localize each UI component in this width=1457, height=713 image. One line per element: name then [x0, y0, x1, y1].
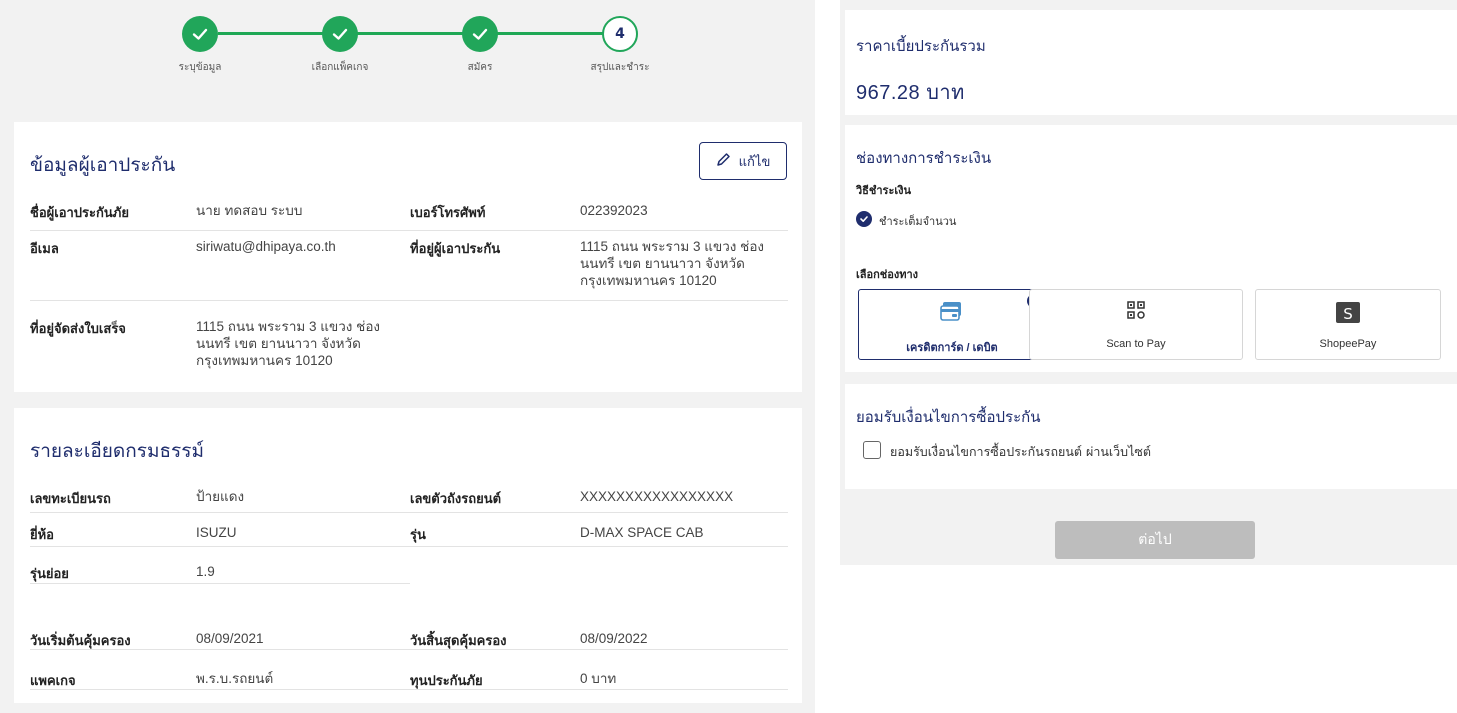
- insured-address-label: ที่อยู่ผู้เอาประกัน: [410, 241, 501, 256]
- brand-label: ยี่ห้อ: [30, 527, 54, 542]
- receipt-address-label: ที่อยู่จัดส่งใบเสร็จ: [30, 321, 126, 336]
- table-row: [30, 554, 410, 584]
- insured-address-value: 1115 ถนน พระราม 3 แขวง ช่อง นนทรี เขต ยา…: [580, 239, 765, 288]
- edit-button[interactable]: แก้ไข: [699, 142, 787, 180]
- phone-value: 022392023: [580, 203, 648, 218]
- premium-summary-card: ราคาเบี้ยประกันรวม 967.28 บาท: [845, 10, 1457, 115]
- credit-card-option[interactable]: เครดิตการ์ด / เดบิต: [858, 289, 1046, 360]
- credit-card-label: เครดิตการ์ด / เดบิต: [906, 342, 998, 354]
- insured-info-card: ข้อมูลผู้เอาประกัน แก้ไข ชื่อผู้เอาประกั…: [14, 122, 802, 392]
- step-1-check-icon: [182, 16, 218, 52]
- plate-value: ป้ายแดง: [196, 489, 245, 504]
- payment-method-label: วิธีชำระเงิน: [856, 185, 911, 197]
- terms-card: ยอมรับเงื่อนไขการซื้อประกัน ยอมรับเงื่อน…: [845, 384, 1457, 489]
- phone-label: เบอร์โทรศัพท์: [410, 205, 486, 220]
- insured-name-value: นาย ทดสอบ ระบบ: [196, 203, 303, 218]
- plate-label: เลขทะเบียนรถ: [30, 491, 111, 506]
- terms-title: ยอมรับเงื่อนไขการซื้อประกัน: [856, 409, 1041, 426]
- insured-info-title: ข้อมูลผู้เอาประกัน: [30, 155, 176, 176]
- terms-checkbox[interactable]: [863, 441, 881, 459]
- end-date-label: วันสิ้นสุดคุ้มครอง: [410, 633, 507, 648]
- full-payment-radio[interactable]: [856, 211, 872, 227]
- policy-detail-title: รายละเอียดกรมธรรม์: [30, 441, 204, 462]
- package-value: พ.ร.บ.รถยนต์: [196, 671, 274, 686]
- receipt-address-value: 1115 ถนน พระราม 3 แขวง ช่อง นนทรี เขต ยา…: [196, 319, 381, 368]
- stepper-line: [218, 32, 618, 35]
- qr-code-icon: [1126, 300, 1146, 326]
- right-column: ราคาเบี้ยประกันรวม 967.28 บาท ช่องทางการ…: [840, 0, 1457, 565]
- email-label: อีเมล: [30, 241, 59, 256]
- premium-price: 967.28 บาท: [856, 82, 965, 104]
- chassis-value: XXXXXXXXXXXXXXXXX: [580, 489, 734, 504]
- start-date-label: วันเริ่มต้นคุ้มครอง: [30, 633, 131, 648]
- brand-value: ISUZU: [196, 525, 237, 540]
- step-3-label: สมัคร: [467, 62, 493, 73]
- start-date-value: 08/09/2021: [196, 631, 264, 646]
- shopeepay-icon: S: [1335, 300, 1361, 328]
- policy-detail-card: รายละเอียดกรมธรรม์ เลขทะเบียนรถ ป้ายแดง …: [14, 408, 802, 703]
- premium-title: ราคาเบี้ยประกันรวม: [856, 38, 986, 55]
- channel-label: เลือกช่องทาง: [856, 269, 919, 281]
- step-2-label: เลือกแพ็คเกจ: [311, 62, 369, 73]
- next-button[interactable]: ต่อไป: [1055, 521, 1255, 559]
- scan-to-pay-option[interactable]: Scan to Pay: [1029, 289, 1243, 360]
- edit-button-label: แก้ไข: [738, 154, 771, 170]
- step-1-label: ระบุข้อมูล: [178, 62, 222, 73]
- step-3-check-icon: [462, 16, 498, 52]
- submodel-label: รุ่นย่อย: [30, 566, 69, 581]
- end-date-value: 08/09/2022: [580, 631, 648, 646]
- scan-to-pay-label: Scan to Pay: [1106, 338, 1166, 350]
- email-value: siriwatu@dhipaya.co.th: [196, 239, 336, 254]
- terms-checkbox-label: ยอมรับเงื่อนไขการซื้อประกันรถยนต์ ผ่านเว…: [890, 444, 1151, 459]
- left-column: ระบุข้อมูล เลือกแพ็คเกจ สมัคร 4 สรุปและช…: [0, 0, 815, 713]
- pencil-icon: [716, 152, 731, 171]
- payment-title: ช่องทางการชำระเงิน: [856, 150, 992, 167]
- full-payment-label: ชำระเต็มจำนวน: [879, 215, 957, 228]
- sum-insured-value: 0 บาท: [580, 671, 617, 686]
- progress-stepper: ระบุข้อมูล เลือกแพ็คเกจ สมัคร 4 สรุปและช…: [0, 0, 815, 110]
- step-2-check-icon: [322, 16, 358, 52]
- step-4-number: 4: [602, 16, 638, 52]
- package-label: แพคเกจ: [30, 673, 76, 688]
- credit-card-icon: [940, 300, 964, 326]
- insured-name-label: ชื่อผู้เอาประกันภัย: [30, 205, 129, 220]
- model-label: รุ่น: [410, 527, 426, 542]
- shopeepay-option[interactable]: S ShopeePay: [1255, 289, 1441, 360]
- step-4-label: สรุปและชำระ: [590, 62, 650, 73]
- chassis-label: เลขตัวถังรถยนต์: [410, 491, 502, 506]
- model-value: D-MAX SPACE CAB: [580, 525, 704, 540]
- sum-insured-label: ทุนประกันภัย: [410, 673, 483, 688]
- submodel-value: 1.9: [196, 564, 215, 579]
- svg-text:S: S: [1343, 305, 1353, 323]
- shopeepay-label: ShopeePay: [1319, 338, 1377, 350]
